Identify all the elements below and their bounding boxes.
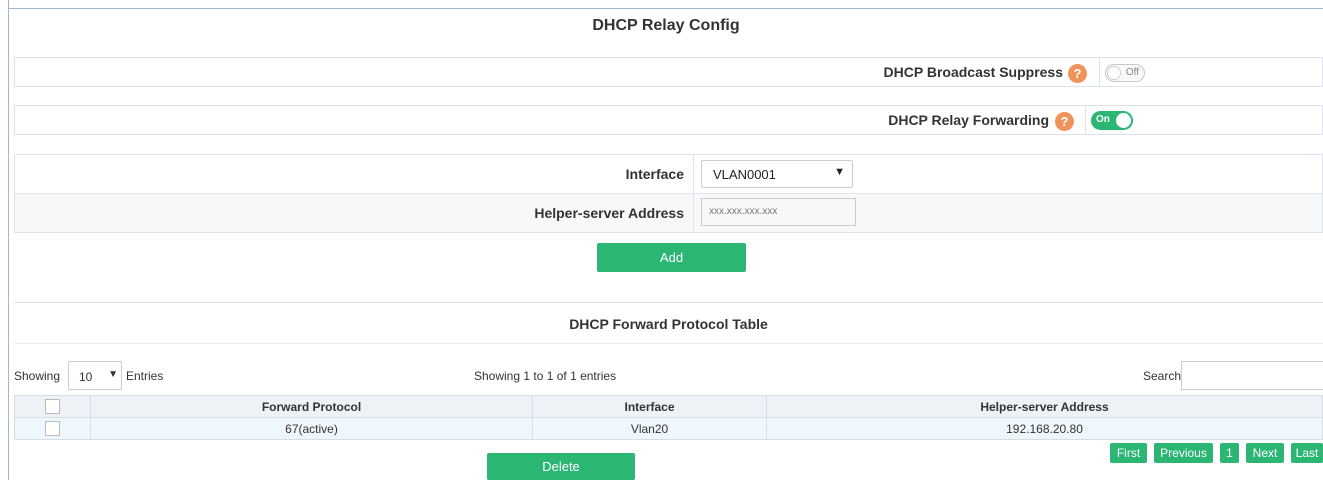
toggle-text: On: [1096, 114, 1110, 125]
select-all-checkbox[interactable]: [45, 399, 60, 415]
relay-form: Interface VLAN0001 ▼ Helper-server Addre…: [14, 154, 1323, 233]
pagination-last[interactable]: Last: [1291, 443, 1323, 463]
interface-select[interactable]: VLAN0001 ▼: [701, 160, 853, 188]
column-header[interactable]: Interface: [532, 395, 767, 418]
pagination-page-1[interactable]: 1: [1220, 443, 1239, 463]
section-divider: [14, 302, 1323, 303]
column-header[interactable]: Forward Protocol: [90, 395, 533, 418]
pagination-previous[interactable]: Previous: [1154, 443, 1213, 463]
page-title: DHCP Relay Config: [592, 17, 740, 34]
table-row: 67(active) Vlan20 192.168.20.80: [14, 417, 1323, 440]
broadcast-suppress-row: DHCP Broadcast Suppress ? Off: [14, 57, 1323, 87]
showing-label: Showing: [14, 369, 61, 383]
table-info: Showing 1 to 1 of 1 entries: [474, 369, 617, 383]
question-circle-icon[interactable]: ?: [1068, 64, 1087, 83]
relay-forwarding-toggle[interactable]: On: [1091, 111, 1133, 130]
pagination-next[interactable]: Next: [1246, 443, 1284, 463]
row-checkbox[interactable]: [45, 421, 60, 437]
row-divider: [1085, 106, 1086, 134]
interface-label: Interface: [625, 166, 684, 182]
toggle-knob: [1116, 113, 1131, 128]
page-length-select[interactable]: 10 ▼: [68, 361, 122, 390]
entries-label: Entries: [126, 369, 164, 383]
chevron-down-icon: ▼: [834, 166, 845, 178]
search-label: Search: [1143, 369, 1182, 383]
broadcast-suppress-toggle[interactable]: Off: [1105, 64, 1145, 82]
page-length-value: 10: [79, 370, 93, 384]
search-input[interactable]: [1181, 361, 1323, 390]
relay-forwarding-row: DHCP Relay Forwarding ? On: [14, 105, 1323, 135]
toggle-text: Off: [1125, 67, 1139, 78]
protocol-cell: 67(active): [90, 417, 533, 440]
question-circle-icon[interactable]: ?: [1055, 112, 1074, 131]
helper-row: Helper-server Address xxx.xxx.xxx.xxx: [15, 194, 1322, 232]
select-all-header: [14, 395, 91, 418]
delete-button[interactable]: Delete: [487, 453, 635, 480]
frame-border-left: [8, 0, 9, 480]
add-button[interactable]: Add: [597, 243, 746, 272]
helper-cell: 192.168.20.80: [766, 417, 1323, 440]
pagination-first[interactable]: First: [1110, 443, 1147, 463]
row-select-cell: [14, 417, 91, 440]
chevron-down-icon: ▼: [108, 369, 118, 380]
toggle-knob: [1107, 66, 1121, 80]
frame-border-top: [8, 8, 1323, 9]
relay-forwarding-label: DHCP Relay Forwarding: [888, 112, 1049, 128]
broadcast-suppress-label: DHCP Broadcast Suppress: [883, 64, 1063, 80]
interface-row: Interface VLAN0001 ▼: [15, 155, 1322, 193]
helper-address-input[interactable]: xxx.xxx.xxx.xxx: [701, 198, 856, 226]
forward-protocol-table: Forward Protocol Interface Helper-server…: [14, 395, 1323, 440]
column-header[interactable]: Helper-server Address: [766, 395, 1323, 418]
section-divider: [14, 343, 1323, 344]
table-title: DHCP Forward Protocol Table: [569, 316, 768, 332]
row-divider: [1099, 58, 1100, 86]
table-header-row: Forward Protocol Interface Helper-server…: [14, 395, 1323, 418]
interface-cell: Vlan20: [532, 417, 767, 440]
interface-select-value: VLAN0001: [713, 167, 776, 182]
helper-label: Helper-server Address: [534, 205, 684, 221]
form-row-divider: [15, 193, 1322, 194]
